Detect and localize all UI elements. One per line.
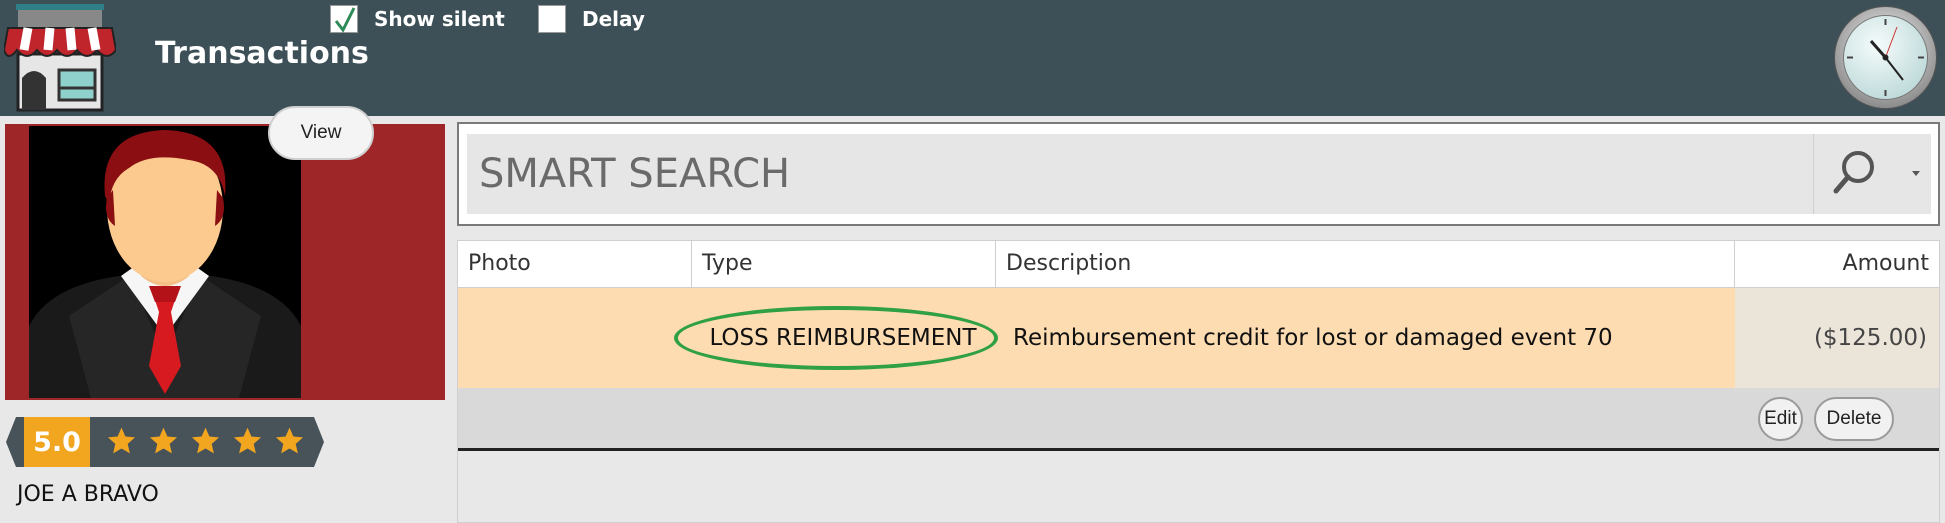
show-silent-checkbox[interactable]: Show silent [330, 4, 505, 34]
column-header-photo[interactable]: Photo [458, 241, 692, 287]
rating-score: 5.0 [24, 417, 90, 467]
row-actions-bar: Edit Delete [458, 388, 1939, 451]
star-icon [233, 427, 262, 454]
delay-checkbox[interactable]: Delay [538, 4, 645, 34]
profile-avatar [29, 126, 301, 398]
check-icon [334, 7, 356, 33]
table-row[interactable]: LOSS REIMBURSEMENT Reimbursement credit … [458, 288, 1939, 388]
column-header-type[interactable]: Type [692, 241, 996, 287]
rating-stars [106, 425, 305, 456]
star-icon [275, 427, 304, 454]
delete-button[interactable]: Delete [1814, 397, 1894, 441]
row-description: Reimbursement credit for lost or damaged… [1013, 325, 1613, 351]
checkbox-unchecked[interactable] [538, 5, 566, 33]
view-photo-button[interactable]: View [268, 106, 374, 160]
smart-search-input[interactable] [467, 134, 1813, 214]
column-header-amount[interactable]: Amount [1735, 241, 1939, 287]
customer-name: JOE A BRAVO [17, 482, 159, 507]
row-type: LOSS REIMBURSEMENT [709, 325, 977, 351]
star-icon [107, 427, 136, 454]
star-icon [191, 427, 220, 454]
transactions-table: Photo Type Description Amount LOSS REIMB… [457, 240, 1940, 523]
clock-icon [1833, 5, 1938, 110]
edit-button[interactable]: Edit [1758, 397, 1803, 441]
row-amount: ($125.00) [1735, 288, 1939, 388]
search-icon [1833, 151, 1920, 194]
show-silent-label: Show silent [374, 7, 505, 31]
star-icon [149, 427, 178, 454]
app-header: Transactions Show silent Delay [0, 0, 1945, 116]
chevron-down-icon [1912, 171, 1920, 176]
search-button[interactable] [1813, 134, 1931, 214]
delay-label: Delay [582, 7, 645, 31]
checkbox-checked[interactable] [330, 5, 358, 33]
column-header-description[interactable]: Description [996, 241, 1735, 287]
table-header: Photo Type Description Amount [458, 241, 1939, 288]
rating-bar: 5.0 [6, 417, 324, 467]
profile-photo-panel: View [5, 106, 445, 400]
row-photo [458, 288, 692, 388]
store-logo-icon [2, 4, 118, 112]
page-title: Transactions [155, 36, 369, 71]
